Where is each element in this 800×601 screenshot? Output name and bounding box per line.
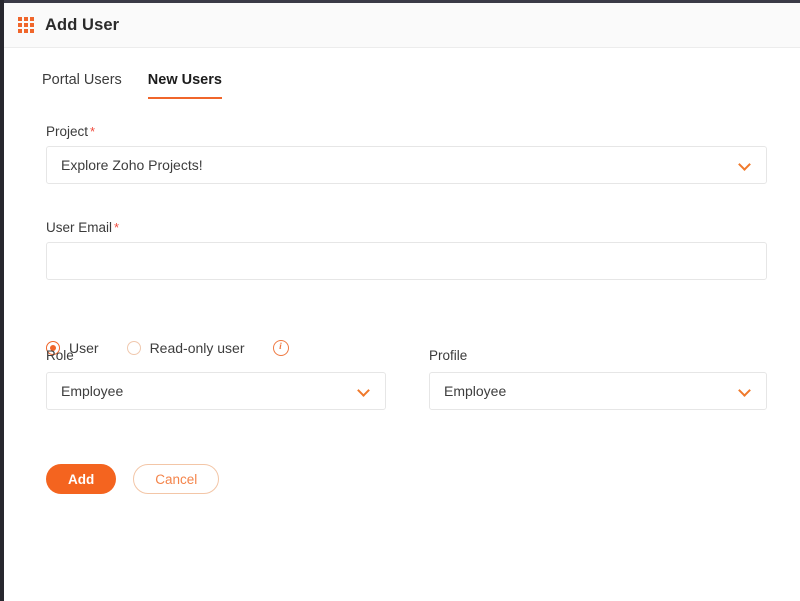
profile-label: Profile xyxy=(429,348,467,363)
info-icon[interactable]: i xyxy=(272,340,289,356)
project-select[interactable]: Explore Zoho Projects! xyxy=(46,146,767,184)
role-label: Role xyxy=(46,348,74,363)
add-button[interactable]: Add xyxy=(46,464,117,494)
role-select[interactable]: Employee xyxy=(46,372,386,410)
chevron-down-icon xyxy=(739,385,752,398)
project-selected-value: Explore Zoho Projects! xyxy=(61,157,203,173)
project-required-marker: * xyxy=(90,124,96,139)
user-email-required-marker: * xyxy=(114,220,120,235)
cancel-button[interactable]: Cancel xyxy=(133,464,220,494)
project-label-text: Project xyxy=(46,124,89,139)
user-email-label-text: User Email xyxy=(46,220,113,235)
chevron-down-icon xyxy=(739,159,752,172)
radio-read-only-label: Read-only user xyxy=(149,340,245,356)
profile-label-text: Profile xyxy=(429,348,468,363)
user-email-label: User Email * xyxy=(46,220,119,235)
form-content: Portal Users New Users Project * Explore … xyxy=(4,48,800,601)
profile-select[interactable]: Employee xyxy=(429,372,767,410)
role-label-text: Role xyxy=(46,348,74,363)
form-actions: Add Cancel xyxy=(46,464,220,494)
radio-option-read-only-user[interactable]: Read-only user xyxy=(126,340,245,356)
grid-apps-icon[interactable] xyxy=(18,17,34,33)
user-type-radio-group: User Read-only user i xyxy=(46,340,289,356)
role-selected-value: Employee xyxy=(61,383,124,399)
tab-portal-users[interactable]: Portal Users xyxy=(42,72,122,99)
profile-selected-value: Employee xyxy=(444,383,507,399)
page-header: Add User xyxy=(4,3,800,48)
chevron-down-icon xyxy=(358,385,371,398)
page-title: Add User xyxy=(45,15,120,34)
tab-new-users[interactable]: New Users xyxy=(147,72,222,99)
tab-bar: Portal Users New Users xyxy=(42,72,222,99)
radio-read-only-indicator[interactable] xyxy=(126,341,141,355)
user-email-input[interactable] xyxy=(46,242,767,280)
project-label: Project * xyxy=(46,124,95,139)
